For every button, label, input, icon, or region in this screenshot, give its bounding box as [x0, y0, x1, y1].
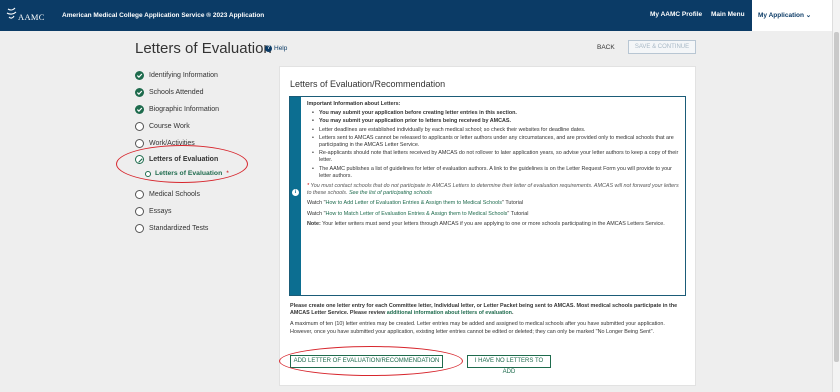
- check-circle-icon: [135, 71, 144, 80]
- aamc-logo-text: AAMC: [18, 12, 45, 22]
- help-link[interactable]: ? Help: [265, 45, 287, 52]
- additional-info-link[interactable]: additional information about letters of …: [387, 310, 512, 316]
- empty-circle-icon: [135, 224, 144, 233]
- back-button[interactable]: BACK: [597, 44, 615, 51]
- sidebar-item-label: Schools Attended: [149, 89, 204, 96]
- sidebar-item-schools-attended[interactable]: Schools Attended: [135, 88, 204, 97]
- sidebar-item-essays[interactable]: Essays: [135, 207, 172, 216]
- watch-prefix: Watch ": [307, 200, 326, 207]
- nav-my-application[interactable]: My Application ⌄: [752, 0, 832, 31]
- empty-circle-icon: [135, 122, 144, 131]
- info-bullet: Letters sent to AMCAS cannot be released…: [312, 135, 679, 149]
- note-text: Your letter writers must send your lette…: [320, 220, 665, 227]
- info-bullet: You may submit your application prior to…: [312, 118, 679, 125]
- check-circle-icon: [135, 105, 144, 114]
- main-content-panel: Letters of Evaluation/Recommendation i I…: [279, 66, 696, 386]
- info-bullet: Letter deadlines are established individ…: [312, 127, 679, 134]
- annotation-ellipse-add-button: [279, 346, 463, 376]
- note-label: Note:: [307, 220, 321, 227]
- create-instructions: Please create one letter entry for each …: [290, 303, 685, 336]
- section-title: Letters of Evaluation/Recommendation: [290, 79, 446, 89]
- save-continue-button[interactable]: SAVE & CONTINUE: [628, 40, 696, 54]
- no-letters-button[interactable]: I HAVE NO LETTERS TO ADD: [467, 355, 551, 375]
- participating-schools-link[interactable]: See the list of participating schools: [349, 190, 432, 196]
- watch-suffix: " Tutorial: [507, 210, 529, 217]
- tutorial-add-link[interactable]: How to Add Letter of Evaluation Entries …: [326, 200, 503, 206]
- page-title: Letters of Evaluation: [135, 40, 272, 57]
- nav-main-menu[interactable]: Main Menu: [711, 11, 745, 18]
- sidebar-item-label: Essays: [149, 208, 172, 215]
- nav-my-aamc-profile[interactable]: My AAMC Profile: [650, 11, 702, 18]
- important-info-box: i Important Information about Letters: Y…: [289, 96, 686, 296]
- create-instructions-detail: A maximum of ten (10) letter entries may…: [290, 321, 665, 335]
- sidebar-item-biographic-information[interactable]: Biographic Information: [135, 105, 219, 114]
- annotation-ellipse-sidebar: [116, 145, 248, 183]
- scrollbar-thumb[interactable]: [834, 32, 839, 362]
- info-body: Important Information about Letters: You…: [301, 97, 685, 295]
- empty-circle-icon: [135, 190, 144, 199]
- info-icon: i: [292, 189, 299, 196]
- empty-circle-icon: [135, 207, 144, 216]
- sidebar-item-label: Biographic Information: [149, 106, 220, 113]
- tutorial-add-line: Watch "How to Add Letter of Evaluation E…: [307, 200, 679, 207]
- info-bullet: The AAMC publishes a list of guidelines …: [312, 166, 679, 180]
- participation-note: * You must contact schools that do not p…: [307, 183, 679, 197]
- tutorial-match-link[interactable]: How to Match Letter of Evaluation Entrie…: [326, 211, 508, 217]
- watch-suffix: " Tutorial: [502, 200, 524, 207]
- question-icon: ?: [265, 45, 272, 52]
- sidebar-item-label: Identifying Information: [149, 72, 218, 79]
- check-circle-icon: [135, 88, 144, 97]
- info-bar: i: [290, 97, 301, 295]
- create-bold-end: .: [511, 310, 514, 317]
- sidebar-item-identifying-information[interactable]: Identifying Information: [135, 71, 218, 80]
- empty-circle-icon: [135, 139, 144, 148]
- application-title: American Medical College Application Ser…: [62, 12, 265, 19]
- info-heading: Important Information about Letters:: [307, 101, 401, 107]
- sidebar-item-standardized-tests[interactable]: Standardized Tests: [135, 224, 208, 233]
- letters-note: Note: Your letter writers must send your…: [307, 221, 679, 228]
- info-bullet: Re-applicants should note that letters r…: [312, 150, 679, 164]
- info-bullet: You may submit your application before c…: [312, 110, 679, 117]
- info-bullets: You may submit your application before c…: [307, 110, 679, 180]
- watch-prefix: Watch ": [307, 210, 326, 217]
- top-nav-bar: AAMC American Medical College Applicatio…: [0, 0, 832, 31]
- create-instructions-bold: Please create one letter entry for each …: [290, 303, 685, 317]
- help-label: Help: [274, 45, 288, 52]
- sidebar-item-label: Course Work: [149, 123, 190, 130]
- page-scrollbar[interactable]: [832, 0, 840, 392]
- sidebar-item-label: Standardized Tests: [149, 225, 209, 232]
- sidebar-item-medical-schools[interactable]: Medical Schools: [135, 190, 200, 199]
- sidebar-item-label: Medical Schools: [149, 191, 200, 198]
- sidebar-item-course-work[interactable]: Course Work: [135, 122, 190, 131]
- tutorial-match-line: Watch "How to Match Letter of Evaluation…: [307, 211, 679, 218]
- aamc-logo-icon: [6, 7, 17, 19]
